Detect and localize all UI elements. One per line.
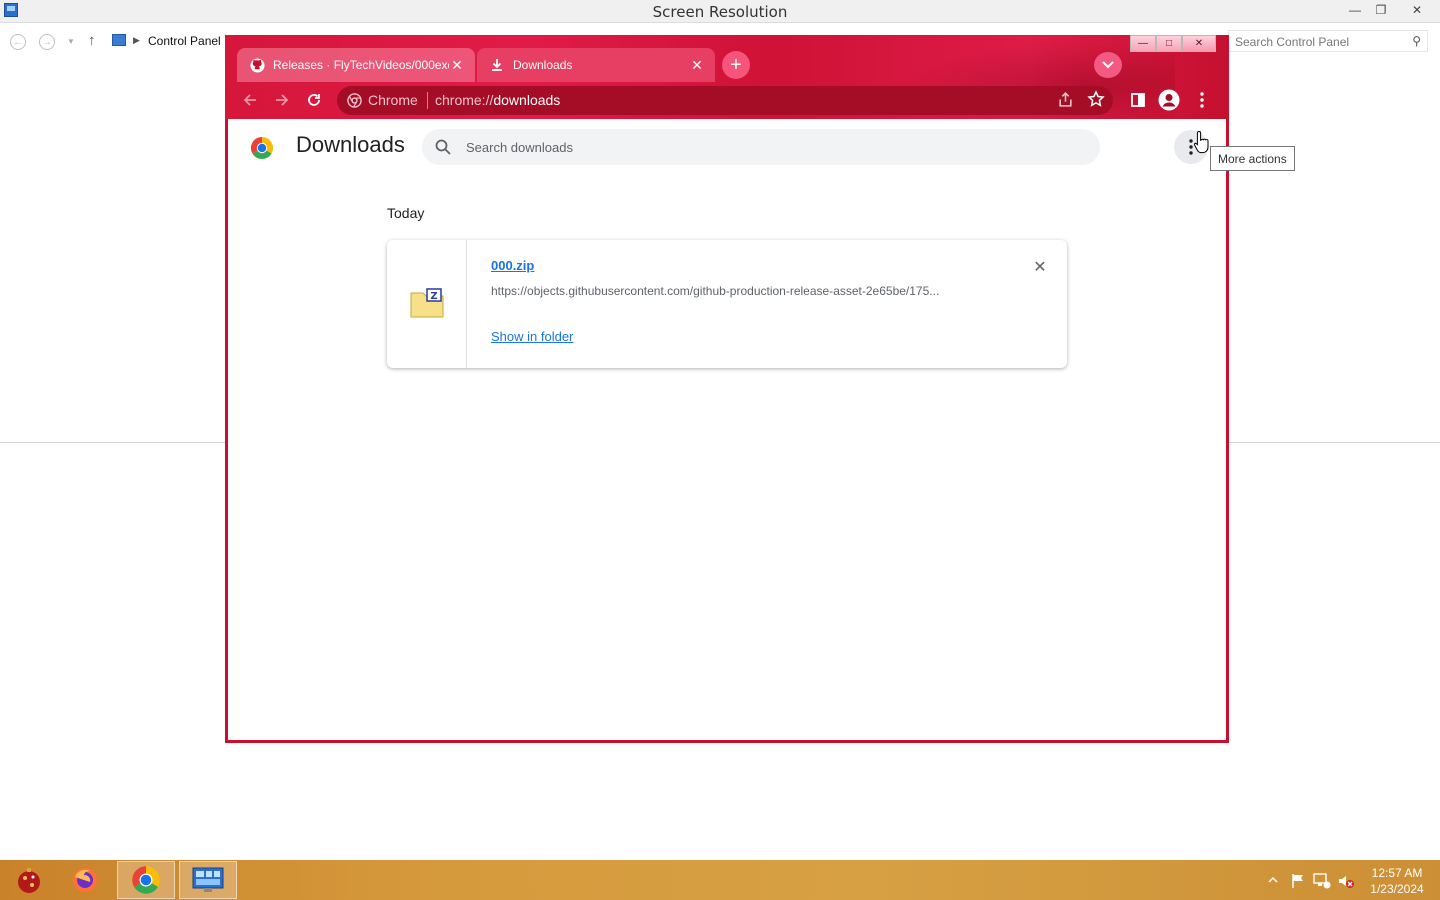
back-arrow-icon[interactable] (238, 88, 262, 112)
control-panel-search-input[interactable]: Search Control Panel ⚲ (1228, 30, 1428, 52)
maximize-icon[interactable]: □ (1156, 35, 1182, 52)
downloads-search-box[interactable] (422, 129, 1100, 165)
recent-locations-chevron-icon[interactable]: ▼ (67, 37, 75, 46)
hand-cursor-icon (1193, 130, 1209, 154)
restore-icon[interactable]: ❐ (1368, 0, 1394, 20)
tab-releases-label: Releases · FlyTechVideos/000exe (273, 58, 449, 72)
omnibox-divider (427, 92, 428, 109)
taskbar: 12:57 AM 1/23/2024 (0, 860, 1440, 900)
download-filename-link[interactable]: 000.zip (491, 258, 534, 273)
more-actions-tooltip: More actions (1210, 146, 1295, 171)
download-source-url: https://objects.githubusercontent.com/gi… (491, 284, 940, 298)
reload-icon[interactable] (302, 88, 326, 112)
network-icon[interactable] (1313, 873, 1331, 889)
url-scheme: chrome:// (435, 92, 494, 108)
svg-text:Z: Z (430, 291, 437, 302)
search-icon (435, 139, 451, 155)
chrome-site-icon (347, 93, 362, 108)
search-icon[interactable]: ⚲ (1412, 34, 1421, 48)
chrome-toolbar: Chrome chrome://downloads (225, 82, 1223, 119)
url-text[interactable]: chrome://downloads (435, 92, 560, 108)
download-item: Z 000.zip https://objects.githubusercont… (387, 240, 1067, 368)
bookmark-star-icon[interactable] (1087, 90, 1105, 113)
volume-muted-icon[interactable] (1337, 873, 1354, 888)
clock-date: 1/23/2024 (1370, 882, 1424, 896)
close-icon[interactable]: ✕ (1182, 35, 1216, 52)
tab-releases[interactable]: Releases · FlyTechVideos/000exe ✕ (237, 48, 475, 82)
file-icon-cell: Z (387, 240, 467, 368)
system-clock[interactable]: 12:57 AM 1/23/2024 (1352, 865, 1440, 897)
tab-close-icon[interactable]: ✕ (449, 57, 465, 74)
clock-time: 12:57 AM (1371, 866, 1423, 880)
show-hidden-icons-chevron-icon[interactable] (1267, 873, 1283, 887)
breadcrumb-separator-icon[interactable]: ▶ (133, 35, 140, 46)
page-title: Downloads (296, 132, 405, 157)
minimize-icon[interactable]: — (1342, 0, 1368, 20)
remove-download-close-icon[interactable]: ✕ (1029, 256, 1051, 278)
downloads-header: Downloads (228, 119, 1226, 175)
show-in-folder-link[interactable]: Show in folder (491, 329, 573, 344)
share-icon[interactable] (1057, 91, 1074, 113)
profile-avatar-icon[interactable] (1157, 88, 1181, 112)
tab-downloads[interactable]: Downloads ✕ (477, 48, 715, 82)
tab-search-chevron-icon[interactable] (1094, 52, 1122, 78)
forward-arrow-icon[interactable] (270, 88, 294, 112)
search-downloads-input[interactable] (466, 129, 1066, 165)
control-panel-location-icon (112, 34, 126, 46)
download-icon (489, 57, 505, 73)
ornament-icon[interactable] (0, 861, 58, 899)
breadcrumb-control-panel[interactable]: Control Panel (148, 34, 221, 48)
new-tab-plus-icon[interactable]: + (722, 51, 750, 79)
minimize-icon[interactable]: — (1130, 35, 1156, 52)
github-icon (249, 57, 265, 73)
side-panel-icon[interactable] (1126, 88, 1150, 112)
up-arrow-icon[interactable]: ↑ (88, 32, 96, 49)
date-section-label: Today (387, 205, 425, 221)
chrome-frame: Releases · FlyTechVideos/000exe ✕ Downlo… (225, 35, 1229, 119)
tab-downloads-label: Downloads (513, 58, 573, 72)
site-chip-label: Chrome (368, 92, 418, 108)
back-arrow-icon[interactable]: ← (10, 34, 26, 50)
chrome-menu-icon[interactable] (1190, 88, 1214, 112)
zip-file-icon: Z (410, 288, 444, 318)
chrome-window-controls: — □ ✕ (1130, 35, 1216, 53)
address-bar[interactable]: Chrome chrome://downloads (337, 86, 1113, 115)
chrome-logo-icon (250, 137, 274, 160)
action-center-flag-icon[interactable] (1290, 873, 1306, 888)
window-controls: — ❐ ✕ (1342, 0, 1440, 22)
chrome-icon[interactable] (117, 861, 175, 899)
forward-arrow-icon[interactable]: → (39, 34, 55, 50)
chrome-window: Releases · FlyTechVideos/000exe ✕ Downlo… (225, 35, 1229, 743)
window-title: Screen Resolution (652, 3, 788, 21)
control-panel-search-placeholder: Search Control Panel (1235, 35, 1350, 49)
control-panel-titlebar: Screen Resolution — ❐ ✕ (0, 0, 1440, 23)
firefox-icon[interactable] (56, 861, 114, 899)
url-host: downloads (493, 92, 561, 108)
close-icon[interactable]: ✕ (1394, 0, 1440, 20)
tab-close-icon[interactable]: ✕ (689, 57, 705, 74)
control-panel-icon[interactable] (179, 861, 237, 899)
